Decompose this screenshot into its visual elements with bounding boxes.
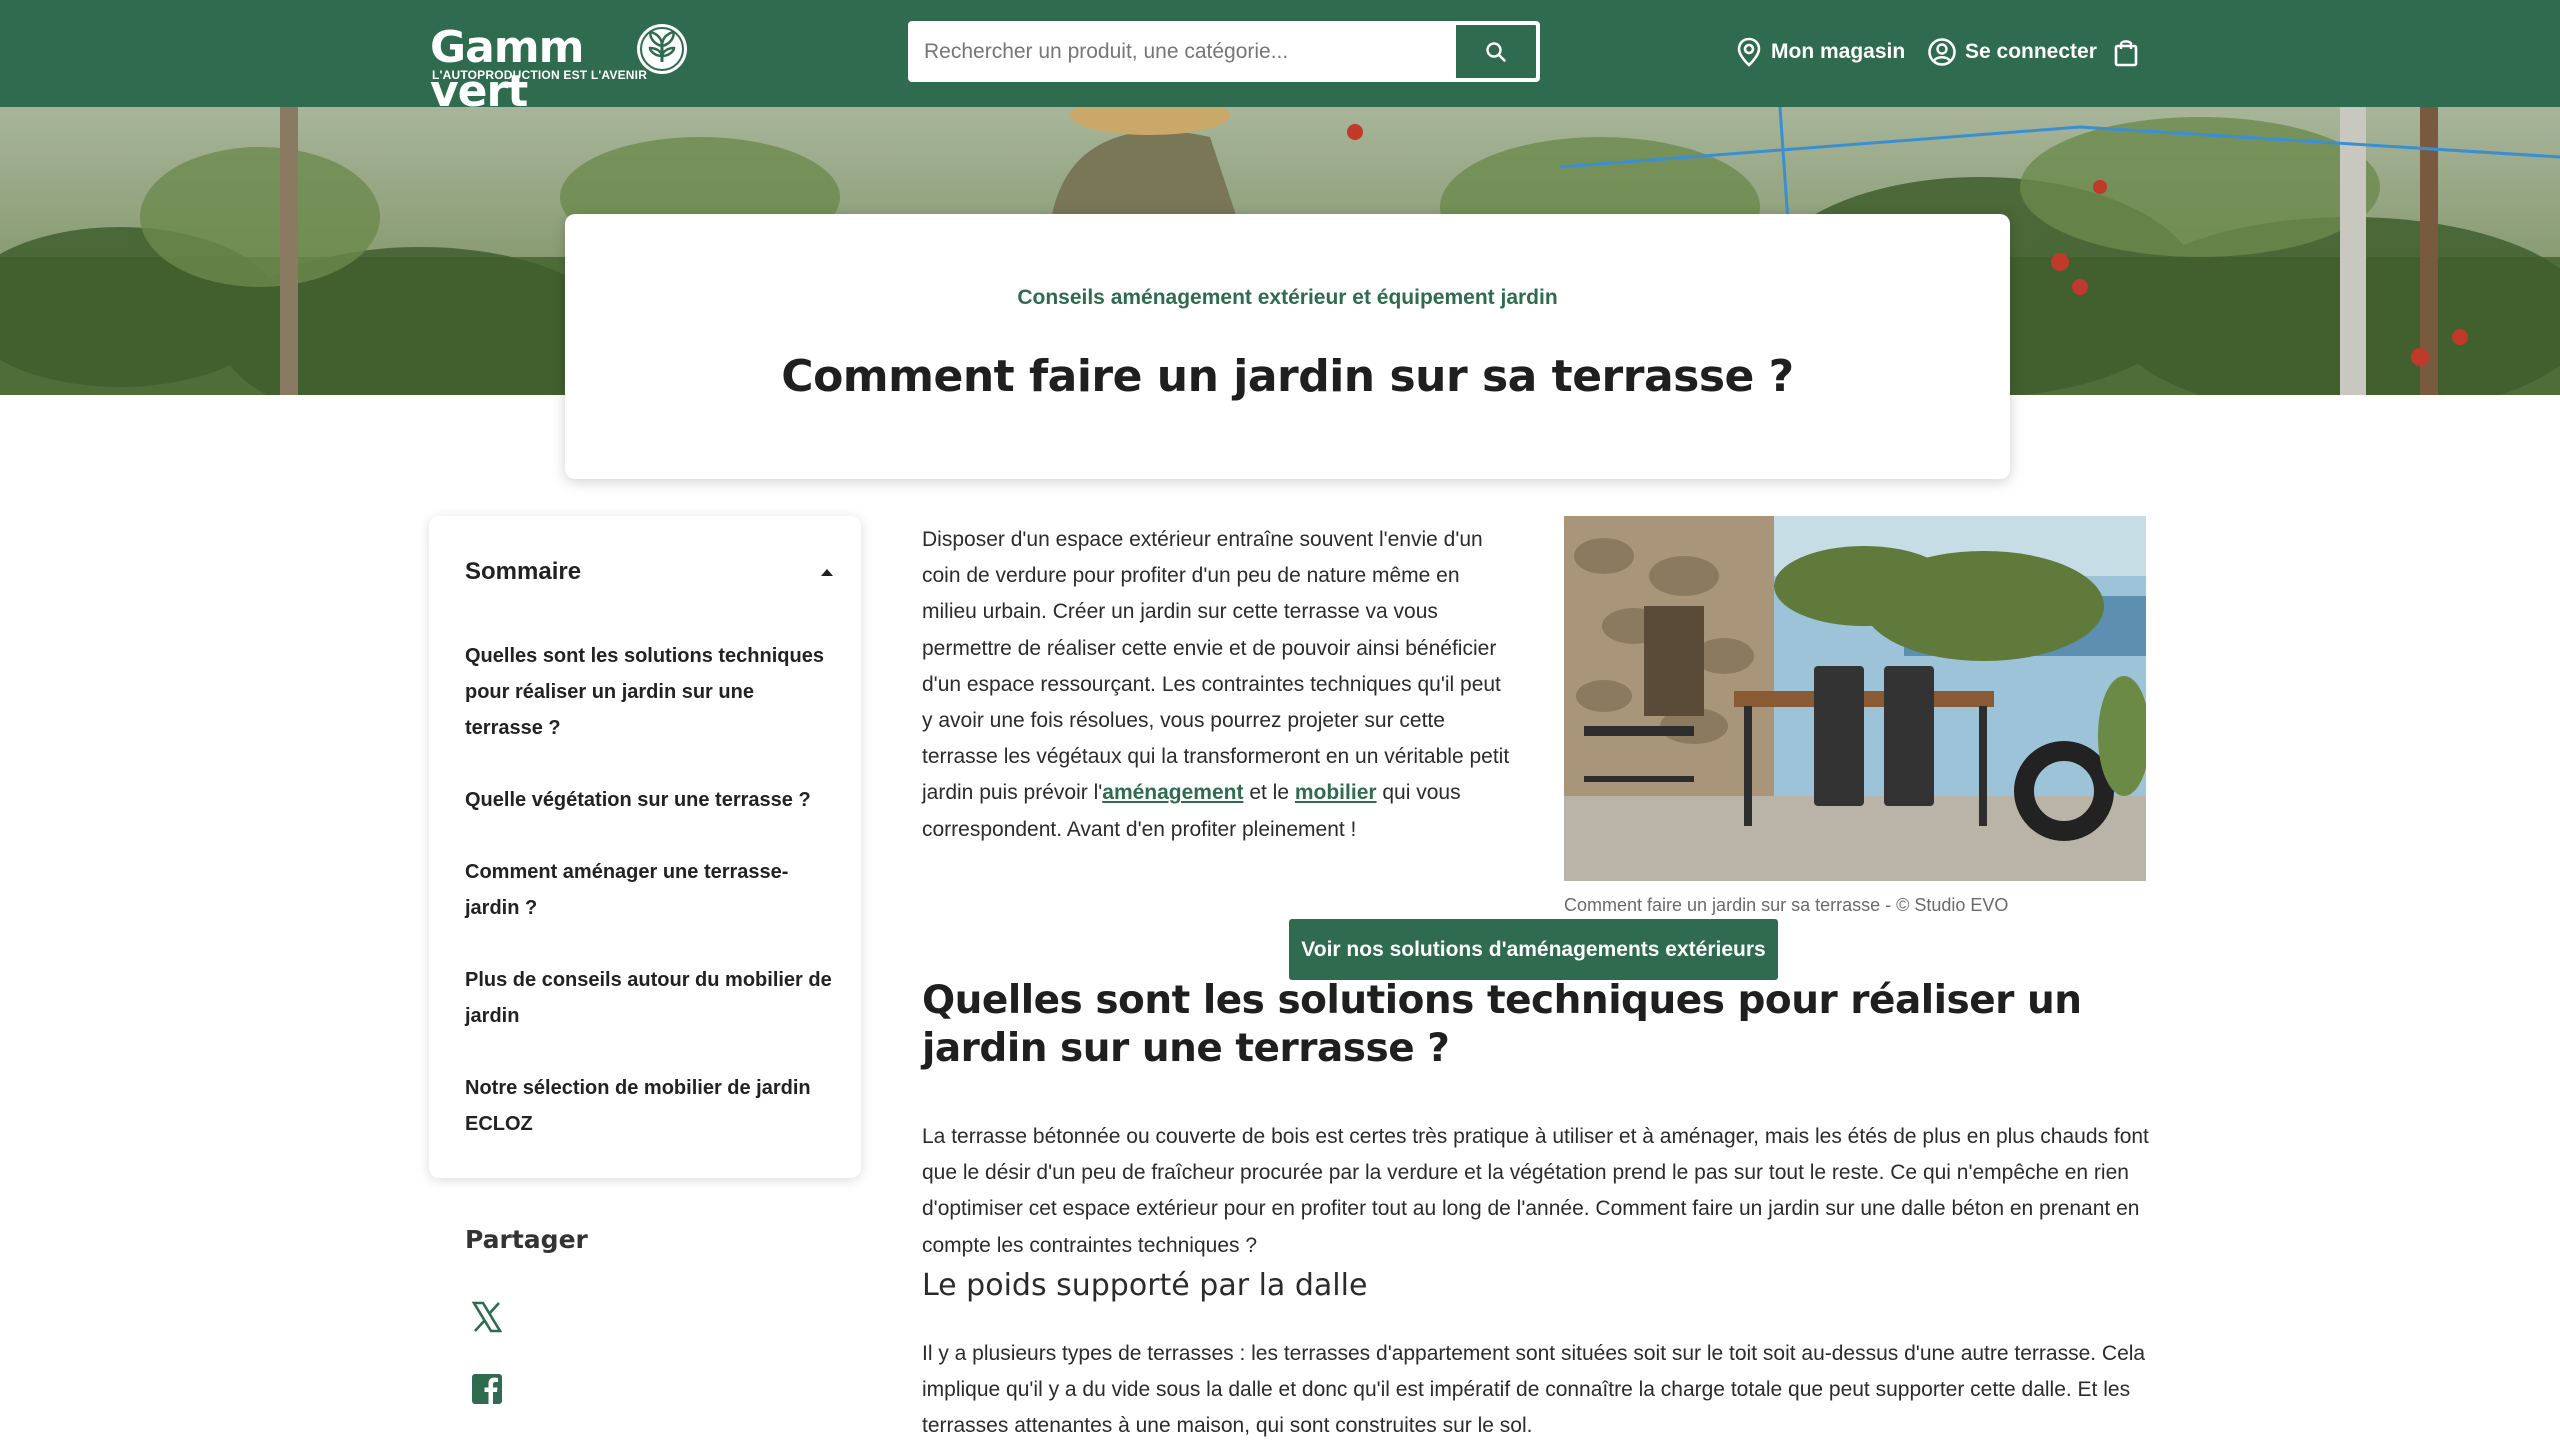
article-category[interactable]: Conseils aménagement extérieur et équipe… <box>565 286 2010 310</box>
toc-item[interactable]: Quelles sont les solutions techniques po… <box>465 638 835 746</box>
table-of-contents: Sommaire Quelles sont les solutions tech… <box>429 516 861 1178</box>
outdoor-solutions-button[interactable]: Voir nos solutions d'aménagements extéri… <box>1289 919 1778 980</box>
share-title: Partager <box>465 1225 588 1254</box>
search-icon <box>1486 41 1506 62</box>
mobilier-link[interactable]: mobilier <box>1295 781 1377 804</box>
gamm-vert-logo[interactable]: Gamm vert L'AUTOPRODUCTION EST L'AVENIR <box>430 22 690 114</box>
login-link[interactable]: Se connecter <box>1927 34 2097 70</box>
my-store-link[interactable]: Mon magasin <box>1735 34 1905 70</box>
search-button[interactable] <box>1454 23 1538 80</box>
facebook-icon[interactable] <box>470 1372 504 1406</box>
caret-up-icon <box>821 569 833 576</box>
intro-text-1: Disposer d'un espace extérieur entraîne … <box>922 528 1510 805</box>
toc-item[interactable]: Notre sélection de mobilier de jardin EC… <box>465 1070 835 1142</box>
toc-list: Quelles sont les solutions techniques po… <box>465 638 835 1178</box>
amenagement-link[interactable]: aménagement <box>1102 781 1243 804</box>
location-pin-icon <box>1737 37 1761 67</box>
subsection-paragraph: Il y a plusieurs types de terrasses : le… <box>922 1342 2146 1438</box>
terrace-photo-illustration <box>1564 516 2146 881</box>
toc-item[interactable]: Plus de conseils autour du mobilier de j… <box>465 962 835 1034</box>
login-label: Se connecter <box>1965 40 2097 63</box>
user-circle-icon <box>1928 38 1956 66</box>
page-title: Comment faire un jardin sur sa terrasse … <box>781 351 1794 402</box>
image-caption: Comment faire un jardin sur sa terrasse … <box>1564 895 2009 915</box>
search-input[interactable] <box>910 23 1454 80</box>
cart-button[interactable] <box>2113 34 2147 70</box>
section-heading: Quelles sont les solutions techniques po… <box>922 978 2082 1071</box>
intro-text-2: et le <box>1243 781 1295 805</box>
x-icon[interactable] <box>470 1300 504 1334</box>
toc-item[interactable]: Comment aménager une terrasse-jardin ? <box>465 854 835 926</box>
leaf-emblem-icon <box>637 24 687 74</box>
article-header-card: Conseils aménagement extérieur et équipe… <box>565 214 2010 479</box>
shopping-bag-icon <box>2114 40 2138 67</box>
logo-tagline: L'AUTOPRODUCTION EST L'AVENIR <box>432 68 648 82</box>
terrace-photo <box>1564 516 2146 881</box>
section-paragraph: La terrasse bétonnée ou couverte de bois… <box>922 1125 2149 1257</box>
search-bar <box>908 21 1540 82</box>
site-header: Gamm vert L'AUTOPRODUCTION EST L'AVENIR … <box>0 0 2560 114</box>
my-store-label: Mon magasin <box>1771 40 1906 63</box>
toc-title: Sommaire <box>465 558 582 585</box>
subsection-heading: Le poids supporté par la dalle <box>922 1268 1368 1303</box>
toc-toggle[interactable]: Sommaire <box>465 542 835 602</box>
toc-item[interactable]: Quelle végétation sur une terrasse ? <box>465 782 835 818</box>
article-intro: Disposer d'un espace extérieur entraîne … <box>922 522 1512 848</box>
